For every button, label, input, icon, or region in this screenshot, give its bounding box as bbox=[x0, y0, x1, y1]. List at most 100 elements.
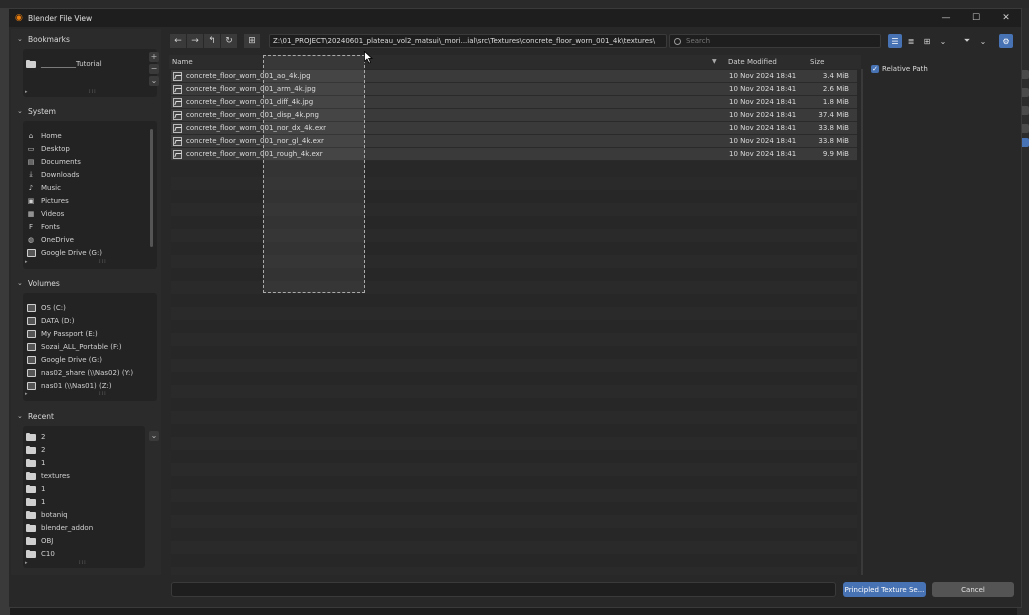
onedrive-icon: ◍ bbox=[27, 235, 35, 244]
sidebar-item-volume-c[interactable]: OS (C:) bbox=[23, 301, 157, 314]
drive-icon bbox=[26, 316, 36, 325]
close-button[interactable]: ✕ bbox=[991, 9, 1021, 27]
sidebar-item-volume-d[interactable]: DATA (D:) bbox=[23, 314, 157, 327]
image-file-icon bbox=[173, 97, 182, 107]
recent-item[interactable]: 1 bbox=[23, 456, 145, 469]
volumes-header[interactable]: ⌄ Volumes bbox=[17, 277, 60, 289]
drive-icon bbox=[26, 303, 36, 312]
file-list-scrollbar[interactable] bbox=[861, 69, 863, 575]
parent-directory-button[interactable]: ↰ bbox=[204, 34, 220, 48]
recent-item-label: 2 bbox=[41, 432, 46, 441]
filter-button[interactable]: ⏷ bbox=[960, 34, 974, 48]
gear-icon: ⚙ bbox=[1002, 36, 1010, 46]
new-folder-icon: ⊞ bbox=[248, 36, 256, 46]
minimize-button[interactable]: — bbox=[931, 9, 961, 27]
add-bookmark-button[interactable]: + bbox=[149, 52, 159, 62]
sidebar-item-desktop[interactable]: ▭ Desktop bbox=[23, 142, 157, 155]
recent-header[interactable]: ⌄ Recent bbox=[17, 410, 54, 422]
horizontal-list-view-button[interactable]: ≣ bbox=[904, 34, 918, 48]
sidebar-item-label: nas02_share (\\Nas02) (Y:) bbox=[41, 368, 134, 377]
sidebar-item-music[interactable]: ♪ Music bbox=[23, 181, 157, 194]
horizontal-list-icon: ≣ bbox=[907, 36, 915, 46]
sidebar-item-fonts[interactable]: F Fonts bbox=[23, 220, 157, 233]
column-name-header[interactable]: Name bbox=[172, 58, 193, 66]
bookmark-menu-button[interactable]: ⌄ bbox=[149, 76, 159, 86]
recent-item[interactable]: 2 bbox=[23, 430, 145, 443]
expand-arrow-icon[interactable]: ▸ bbox=[25, 391, 28, 397]
sidebar-item-volume-f[interactable]: Sozai_ALL_Portable (F:) bbox=[23, 340, 157, 353]
chevron-down-icon: ⌄ bbox=[17, 35, 23, 43]
settings-button[interactable]: ⚙ bbox=[999, 34, 1013, 48]
column-size-header[interactable]: Size bbox=[810, 58, 824, 66]
refresh-button[interactable]: ↻ bbox=[221, 34, 237, 48]
remove-bookmark-button[interactable]: − bbox=[149, 64, 159, 74]
file-size: 3.4 MiB bbox=[822, 72, 849, 80]
path-input[interactable]: Z:\01_PROJECT\20240601_plateau_vol2_mats… bbox=[269, 34, 667, 48]
filter-options-dropdown[interactable]: ⌄ bbox=[976, 34, 990, 48]
vertical-list-view-button[interactable]: ☰ bbox=[888, 34, 902, 48]
folder-icon bbox=[26, 536, 36, 545]
sidebar-item-pictures[interactable]: ▣ Pictures bbox=[23, 194, 157, 207]
sidebar-item-home[interactable]: ⌂ Home bbox=[23, 129, 157, 142]
recent-menu-button[interactable]: ⌄ bbox=[149, 431, 159, 441]
resize-handle[interactable]: ⁞⁞⁞ bbox=[99, 391, 107, 397]
sidebar-item-videos[interactable]: ▦ Videos bbox=[23, 207, 157, 220]
recent-item-label: 2 bbox=[41, 445, 46, 454]
image-file-icon bbox=[173, 149, 182, 159]
recent-item[interactable]: OBJ bbox=[23, 534, 145, 547]
sidebar-item-downloads[interactable]: ⤓ Downloads bbox=[23, 168, 157, 181]
expand-arrow-icon[interactable]: ▸ bbox=[25, 259, 28, 265]
recent-item[interactable]: C10 bbox=[23, 547, 145, 560]
sidebar-item-documents[interactable]: ▤ Documents bbox=[23, 155, 157, 168]
expand-arrow-icon[interactable]: ▸ bbox=[25, 89, 28, 95]
expand-arrow-icon[interactable]: ▸ bbox=[25, 560, 28, 566]
sort-descending-icon[interactable]: ▼ bbox=[712, 58, 717, 65]
new-folder-button[interactable]: ⊞ bbox=[244, 34, 260, 48]
sidebar-item-onedrive[interactable]: ◍ OneDrive bbox=[23, 233, 157, 246]
recent-item[interactable]: 1 bbox=[23, 495, 145, 508]
file-size: 2.6 MiB bbox=[822, 85, 849, 93]
resize-handle[interactable]: ⁞⁞⁞ bbox=[89, 89, 97, 95]
drive-icon bbox=[26, 355, 36, 364]
sidebar-item-volume-e[interactable]: My Passport (E:) bbox=[23, 327, 157, 340]
recent-item[interactable]: blender_addon bbox=[23, 521, 145, 534]
volumes-header-label: Volumes bbox=[28, 278, 60, 288]
sidebar-item-volume-y[interactable]: nas02_share (\\Nas02) (Y:) bbox=[23, 366, 157, 379]
refresh-icon: ↻ bbox=[225, 36, 233, 46]
recent-item[interactable]: 1 bbox=[23, 482, 145, 495]
sidebar-item-label: DATA (D:) bbox=[41, 316, 75, 325]
system-scrollbar[interactable] bbox=[150, 129, 153, 247]
sidebar-item-google-drive[interactable]: Google Drive (G:) bbox=[23, 246, 157, 259]
image-file-icon bbox=[173, 110, 182, 120]
drive-icon bbox=[26, 329, 36, 338]
recent-item-label: 1 bbox=[41, 484, 46, 493]
back-button[interactable]: ← bbox=[170, 34, 186, 48]
view-options-dropdown[interactable]: ⌄ bbox=[936, 34, 950, 48]
cancel-button[interactable]: Cancel bbox=[932, 582, 1014, 597]
confirm-button[interactable]: Principled Texture Se... bbox=[843, 582, 926, 597]
system-header[interactable]: ⌄ System bbox=[17, 105, 56, 117]
sidebar-item-volume-g[interactable]: Google Drive (G:) bbox=[23, 353, 157, 366]
box-selection-rectangle bbox=[263, 55, 365, 293]
mouse-cursor-icon bbox=[364, 51, 373, 64]
recent-item[interactable]: botaniq bbox=[23, 508, 145, 521]
column-date-header[interactable]: Date Modified bbox=[728, 58, 777, 66]
bookmark-item[interactable]: __________Tutorial bbox=[23, 57, 157, 70]
bookmarks-header[interactable]: ⌄ Bookmarks bbox=[17, 33, 70, 45]
relative-path-checkbox[interactable]: ✓ bbox=[871, 65, 879, 73]
sidebar-item-volume-z[interactable]: nas01 (\\Nas01) (Z:) bbox=[23, 379, 157, 392]
sidebar-item-label: Documents bbox=[41, 157, 81, 166]
resize-handle[interactable]: ⁞⁞⁞ bbox=[79, 560, 87, 566]
recent-item[interactable]: textures bbox=[23, 469, 145, 482]
recent-item-label: C10 bbox=[41, 549, 55, 558]
chevron-down-icon: ⌄ bbox=[17, 279, 23, 287]
recent-item-label: botaniq bbox=[41, 510, 68, 519]
forward-button[interactable]: → bbox=[187, 34, 203, 48]
search-input[interactable]: Search bbox=[669, 34, 881, 48]
recent-item[interactable]: 2 bbox=[23, 443, 145, 456]
filename-field[interactable] bbox=[171, 582, 836, 597]
title-bar[interactable]: ◉ Blender File View — ☐ ✕ bbox=[9, 9, 1021, 27]
maximize-button[interactable]: ☐ bbox=[961, 9, 991, 27]
resize-handle[interactable]: ⁞⁞⁞ bbox=[99, 259, 107, 265]
thumbnail-view-button[interactable]: ⊞ bbox=[920, 34, 934, 48]
